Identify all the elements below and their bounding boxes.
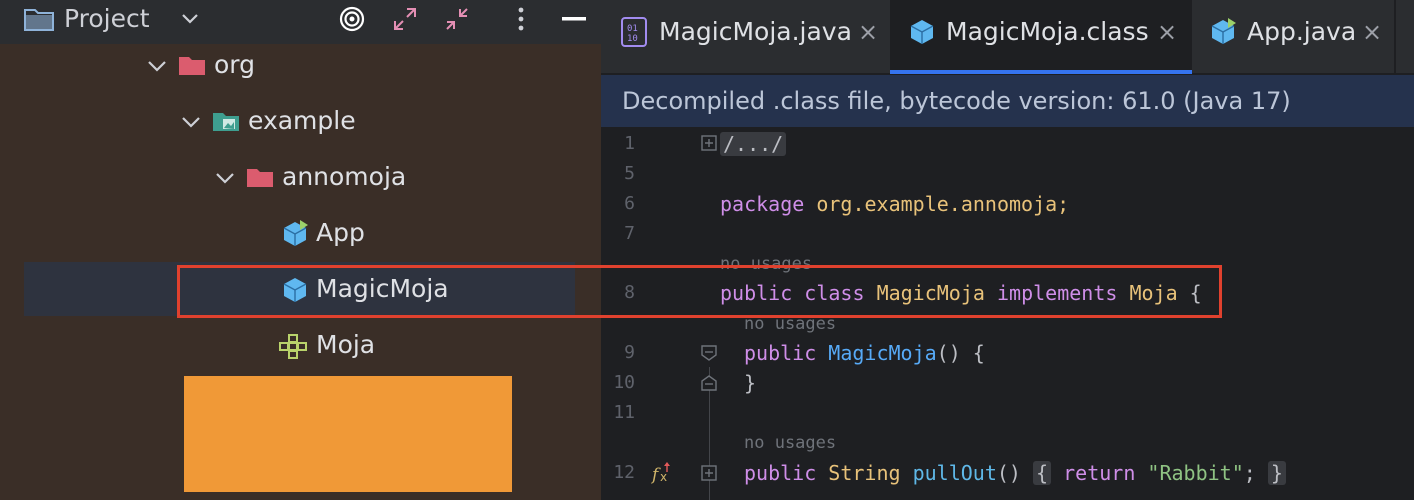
chevron-down-icon[interactable] xyxy=(180,111,202,133)
line-number: 12 xyxy=(613,462,635,483)
tab-magicmoja-java[interactable]: 01 10 MagicMoja.java × xyxy=(601,0,890,74)
close-icon[interactable]: × xyxy=(1155,14,1179,50)
tree-item-label: org xyxy=(214,50,256,79)
tree-item-org[interactable]: org xyxy=(0,38,601,94)
project-panel: Project org example annomoja App MagicMo… xyxy=(0,0,601,500)
line-number: 7 xyxy=(624,223,635,244)
active-tab-indicator xyxy=(890,70,1192,74)
fold-expand-icon[interactable] xyxy=(701,465,717,481)
tree-item-label: example xyxy=(248,106,356,135)
resources-folder-icon xyxy=(213,113,239,131)
chevron-down-icon[interactable] xyxy=(176,4,204,34)
punctuation: } xyxy=(744,371,757,395)
line-number: 5 xyxy=(624,163,635,184)
editor-tab-bar: 01 10 MagicMoja.java × MagicMoja.class × … xyxy=(601,0,1414,74)
folder-icon xyxy=(247,169,273,187)
type-name: String xyxy=(828,461,901,485)
usages-hint[interactable]: no usages xyxy=(744,432,836,454)
tab-magicmoja-class[interactable]: MagicMoja.class × xyxy=(890,0,1192,74)
tab-app-java[interactable]: App.java × xyxy=(1192,0,1394,74)
string-literal: "Rabbit" xyxy=(1147,461,1244,485)
tree-item-label: Moja xyxy=(316,330,376,359)
keyword: package xyxy=(720,192,805,216)
package-name: org.example.annomoja; xyxy=(804,192,1070,216)
punctuation: ; xyxy=(1243,461,1256,485)
constructor-name: MagicMoja xyxy=(828,341,937,365)
editor: 01 10 MagicMoja.java × MagicMoja.class × … xyxy=(601,0,1414,500)
folder-icon xyxy=(179,57,205,75)
keyword: return xyxy=(1063,461,1136,485)
function-gutter-icon[interactable]: fx xyxy=(651,460,675,484)
fold-collapse-icon[interactable] xyxy=(701,345,717,361)
tab-label: MagicMoja.java xyxy=(659,17,852,46)
tab-divider xyxy=(1394,0,1396,74)
chevron-down-icon[interactable] xyxy=(146,55,168,77)
fold-expand-icon[interactable] xyxy=(701,135,717,151)
svg-text:10: 10 xyxy=(627,34,638,44)
tree-item-moja[interactable]: Moja xyxy=(0,318,601,374)
keyword: public xyxy=(744,341,817,365)
folded-brace[interactable]: } xyxy=(1267,461,1286,485)
more-vertical-icon[interactable] xyxy=(510,4,532,34)
interface-icon xyxy=(279,334,307,359)
collapse-all-icon[interactable] xyxy=(442,4,472,34)
tree-item-label: annomoja xyxy=(282,162,407,191)
line-number: 9 xyxy=(624,342,635,363)
method-name: pullOut xyxy=(912,461,997,485)
keyword: public xyxy=(744,461,817,485)
minimize-icon[interactable] xyxy=(560,4,588,34)
banner-text: Decompiled .class file, bytecode version… xyxy=(622,87,1291,115)
class-file-icon xyxy=(1211,18,1236,44)
tree-item-example[interactable]: example xyxy=(0,94,601,150)
punctuation: () { xyxy=(936,341,985,365)
close-icon[interactable]: × xyxy=(856,14,880,50)
code-line: public String pullOut() { return "Rabbit… xyxy=(744,458,1286,488)
target-icon[interactable] xyxy=(336,4,368,34)
line-number: 11 xyxy=(613,402,635,423)
punctuation: () xyxy=(996,461,1021,485)
expand-all-icon[interactable] xyxy=(390,4,420,34)
tab-label: MagicMoja.class xyxy=(946,17,1149,46)
highlight-annotation-box xyxy=(177,265,1222,318)
code-line: package org.example.annomoja; xyxy=(720,189,1069,219)
code-line: public MagicMoja() { xyxy=(744,338,985,368)
java-file-icon: 0110 xyxy=(621,17,647,47)
folded-brace[interactable]: { xyxy=(1033,461,1052,485)
tree-item-annomoja[interactable]: annomoja xyxy=(0,150,601,206)
code-line: /.../ xyxy=(720,129,787,159)
folder-icon xyxy=(22,4,56,34)
svg-text:01: 01 xyxy=(627,24,638,34)
close-icon[interactable]: × xyxy=(1360,14,1384,50)
line-number: 6 xyxy=(624,193,635,214)
class-file-icon xyxy=(910,20,934,44)
chevron-down-icon[interactable] xyxy=(214,167,236,189)
line-number: 1 xyxy=(624,133,635,154)
code-line: } xyxy=(744,368,756,398)
project-panel-title[interactable]: Project xyxy=(64,4,150,34)
fold-end-icon[interactable] xyxy=(701,375,717,391)
decompiled-banner: Decompiled .class file, bytecode version… xyxy=(601,75,1414,127)
line-number: 10 xyxy=(613,372,635,393)
tree-item-label: App xyxy=(316,218,365,247)
tab-label: App.java xyxy=(1247,17,1357,46)
tree-item-app[interactable]: App xyxy=(0,206,601,262)
class-file-icon xyxy=(283,220,308,246)
folded-imports[interactable]: /.../ xyxy=(720,132,787,156)
redaction-block xyxy=(184,376,512,492)
svg-text:x: x xyxy=(660,470,667,484)
